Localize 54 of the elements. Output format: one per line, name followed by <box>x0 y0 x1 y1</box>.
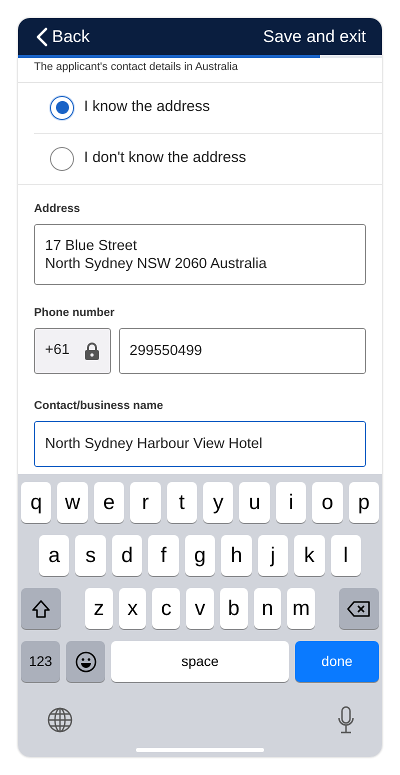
keyboard-key[interactable]: i <box>276 482 306 523</box>
smiley-icon <box>74 650 96 672</box>
radio-label[interactable]: I don't know the address <box>84 147 246 170</box>
backspace-icon <box>347 600 372 618</box>
done-key[interactable]: done <box>295 641 379 682</box>
keyboard-key[interactable]: c <box>152 588 180 629</box>
keyboard-key[interactable]: k <box>294 535 324 576</box>
keyboard-key[interactable]: e <box>94 482 124 523</box>
keyboard-key[interactable]: v <box>186 588 214 629</box>
keyboard-key[interactable]: y <box>203 482 234 523</box>
keyboard-key[interactable]: j <box>258 535 288 576</box>
chevron-left-icon <box>36 26 48 46</box>
numbers-key[interactable]: 123 <box>21 641 60 682</box>
field-label: Contact/business name <box>34 399 164 414</box>
keyboard-key[interactable]: x <box>118 588 146 629</box>
radio-button[interactable] <box>50 96 74 120</box>
address-line: North Sydney NSW 2060 Australia <box>45 254 268 273</box>
country-code-field: +61 <box>34 328 111 374</box>
address-line: 17 Blue Street <box>45 236 138 255</box>
keyboard-key[interactable]: w <box>57 482 88 523</box>
keyboard-key[interactable]: g <box>184 535 216 576</box>
keyboard-key[interactable]: s <box>75 535 106 576</box>
keyboard-key[interactable]: t <box>166 482 198 523</box>
space-key[interactable]: space <box>111 641 289 682</box>
keyboard-key[interactable]: n <box>254 588 282 629</box>
field-label: Phone number <box>34 306 116 321</box>
keyboard-key[interactable]: z <box>85 588 113 629</box>
keyboard-key[interactable]: a <box>39 535 70 576</box>
keyboard-key[interactable]: d <box>112 535 142 576</box>
keyboard-key[interactable]: m <box>287 588 316 629</box>
keyboard-key[interactable]: h <box>221 535 252 576</box>
keyboard-key[interactable]: p <box>348 482 380 523</box>
radio-label[interactable]: I know the address <box>84 96 210 119</box>
emoji-key[interactable] <box>66 641 105 682</box>
backspace-key[interactable] <box>339 588 380 629</box>
save-exit-button[interactable]: Save and exit <box>262 24 366 50</box>
globe-icon <box>47 707 73 733</box>
keyboard-key[interactable]: r <box>130 482 161 523</box>
keyboard-key[interactable]: o <box>312 482 343 523</box>
address-field[interactable]: 17 Blue Street North Sydney NSW 2060 Australia <box>34 224 366 285</box>
keyboard-key[interactable]: f <box>148 535 179 576</box>
keyboard-key[interactable]: q <box>21 482 52 523</box>
keyboard-key[interactable]: u <box>239 482 270 523</box>
section-heading: The applicant's contact details in Australia <box>18 58 382 82</box>
name-input[interactable]: North Sydney Harbour View Hotel <box>34 421 366 468</box>
shift-key[interactable] <box>21 588 61 629</box>
field-label: Address <box>34 202 82 216</box>
shift-icon <box>31 598 51 618</box>
keyboard-key[interactable]: l <box>330 535 361 576</box>
radio-button[interactable] <box>50 146 74 170</box>
keyboard-key[interactable]: b <box>220 588 248 629</box>
phone-input[interactable]: 299550499 <box>118 328 366 374</box>
back-button[interactable]: Back <box>36 24 90 50</box>
microphone-icon <box>337 706 355 734</box>
